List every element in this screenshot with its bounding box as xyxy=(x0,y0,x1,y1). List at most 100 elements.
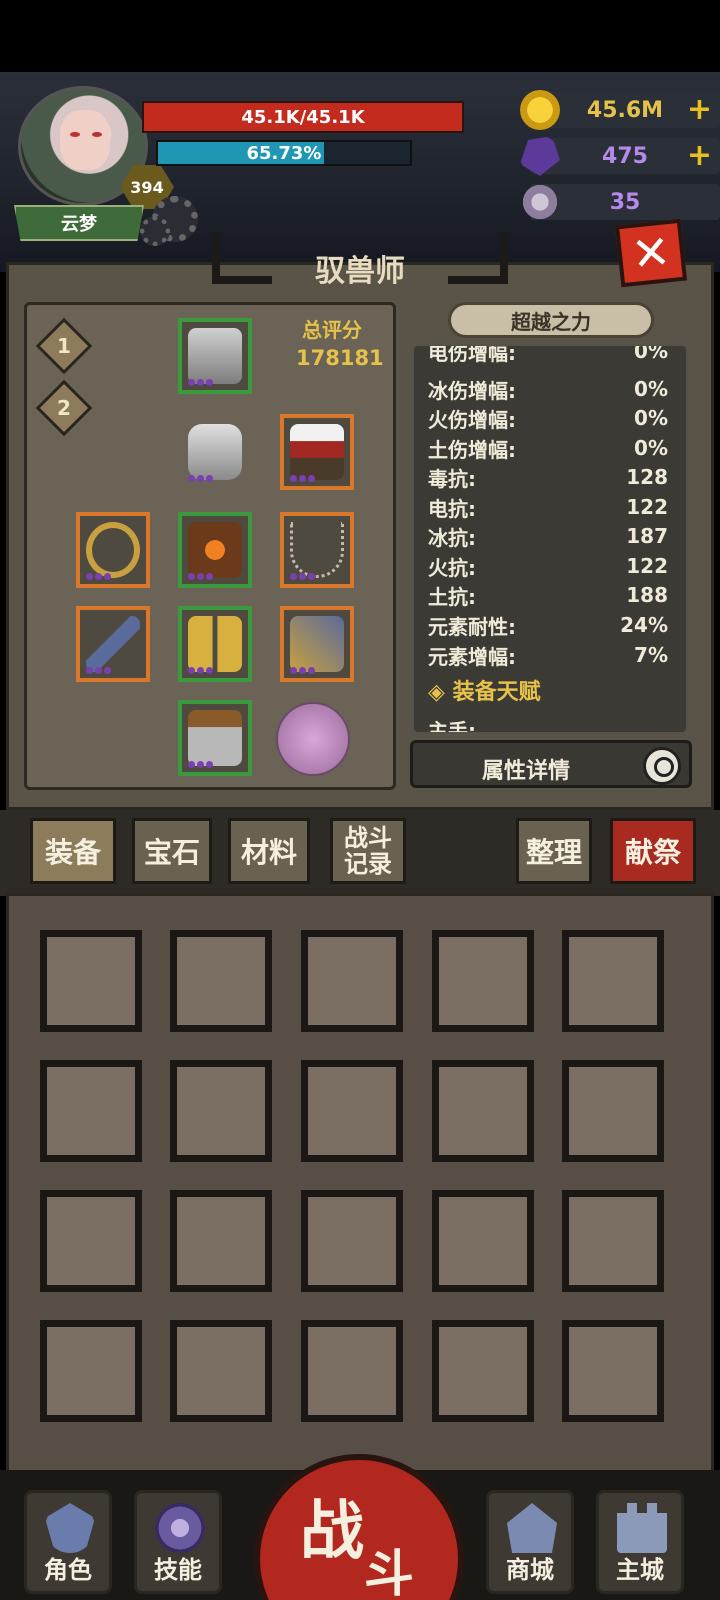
stat-row: 主手: xyxy=(428,714,668,734)
page-tab-1-label: 1 xyxy=(57,334,71,358)
offhand-slot[interactable] xyxy=(280,606,354,682)
inventory-cell[interactable] xyxy=(432,930,534,1032)
nav-skill-button[interactable]: 技能 xyxy=(134,1490,222,1594)
avatar-face xyxy=(60,110,110,170)
hp-text: 45.1K/45.1K xyxy=(241,106,365,128)
inventory-cell[interactable] xyxy=(170,1190,272,1292)
necklace-slot[interactable] xyxy=(280,512,354,588)
exp-bar: 65.73% xyxy=(156,140,412,166)
hp-bar: 45.1K/45.1K xyxy=(142,101,464,133)
seal-slot[interactable] xyxy=(276,702,350,776)
battle-label-2: 斗 xyxy=(364,1545,414,1600)
stat-label: 火抗: xyxy=(428,555,476,580)
stat-value: 0% xyxy=(634,406,668,430)
stat-value: 122 xyxy=(626,495,668,519)
close-button[interactable]: ✕ xyxy=(614,218,688,288)
gold-resource: 45.6M + xyxy=(520,90,720,130)
inventory-cell[interactable] xyxy=(170,1060,272,1162)
tab-gems[interactable]: 宝石 xyxy=(132,818,212,884)
stat-label: 元素增幅: xyxy=(428,644,516,669)
sort-button[interactable]: 整理 xyxy=(516,818,592,884)
helmet-slot[interactable] xyxy=(178,318,252,394)
inventory-cell[interactable] xyxy=(40,1190,142,1292)
stat-value: 188 xyxy=(626,583,668,607)
inventory-cell[interactable] xyxy=(40,1320,142,1422)
stat-row: 冰抗: 187 xyxy=(428,521,668,551)
inventory-cell[interactable] xyxy=(432,1320,534,1422)
stat-row: 火抗: 122 xyxy=(428,551,668,581)
stat-label: 土伤增幅: xyxy=(428,437,516,462)
stat-label: 冰抗: xyxy=(428,525,476,550)
belt-slot[interactable] xyxy=(178,512,252,588)
gold-plus-button[interactable]: + xyxy=(687,95,712,125)
offhand-gems xyxy=(290,667,315,674)
avatar-eye-left xyxy=(70,132,80,137)
inventory-cell[interactable] xyxy=(562,1060,664,1162)
sacrifice-button[interactable]: 献祭 xyxy=(610,818,696,884)
tab-equipment[interactable]: 装备 xyxy=(30,818,116,884)
crystal-value: 475 xyxy=(602,143,648,169)
helmet-nav-icon xyxy=(45,1503,95,1553)
inventory-cell[interactable] xyxy=(432,1060,534,1162)
weapon-slot[interactable] xyxy=(76,606,150,682)
crystal-plus-button[interactable]: + xyxy=(687,141,712,171)
armor-gems xyxy=(188,475,213,482)
gold-coin-icon xyxy=(520,90,560,130)
boots-slot[interactable] xyxy=(178,700,252,776)
stat-value: 128 xyxy=(626,465,668,489)
close-icon: ✕ xyxy=(629,224,673,282)
armor-icon xyxy=(188,424,242,480)
inventory-cell[interactable] xyxy=(301,930,403,1032)
inventory-cell[interactable] xyxy=(170,1320,272,1422)
horn-value: 35 xyxy=(609,189,641,215)
nav-role-button[interactable]: 角色 xyxy=(24,1490,112,1594)
inventory-cell[interactable] xyxy=(301,1320,403,1422)
inventory-cell[interactable] xyxy=(562,1320,664,1422)
tab-materials[interactable]: 材料 xyxy=(228,818,310,884)
stat-value: 0% xyxy=(634,344,668,363)
tab-equipment-label: 装备 xyxy=(44,836,101,869)
tab-gems-label: 宝石 xyxy=(143,836,200,869)
panel-title: 驭兽师 xyxy=(315,254,405,289)
transcend-power-button[interactable]: 超越之力 xyxy=(448,302,654,338)
nav-role-label: 角色 xyxy=(44,1556,92,1584)
stat-label: 主手: xyxy=(428,718,476,734)
inventory-cell[interactable] xyxy=(432,1190,534,1292)
stat-value: 0% xyxy=(634,436,668,460)
gold-value: 45.6M xyxy=(586,97,664,123)
status-bar xyxy=(0,0,720,72)
attribute-details-button[interactable]: 属性详情 xyxy=(410,740,692,788)
armor-slot[interactable] xyxy=(178,414,252,490)
stats-list[interactable]: 电伤增幅: 0% 冰伤增幅: 0% 火伤增幅: 0% 土伤增幅: 0% 毒抗: 128 电… xyxy=(412,344,688,734)
bracelet-icon xyxy=(86,522,140,578)
inventory-cell[interactable] xyxy=(40,930,142,1032)
stat-row: 土伤增幅: 0% xyxy=(428,433,668,463)
boots-icon xyxy=(188,710,242,766)
inventory-cell[interactable] xyxy=(562,1190,664,1292)
gloves-gems xyxy=(188,667,213,674)
stat-label: 电抗: xyxy=(428,496,476,521)
player-name: 云梦 xyxy=(61,214,97,235)
nav-city-button[interactable]: 主城 xyxy=(596,1490,684,1594)
helmet-gems xyxy=(188,379,213,386)
avatar-eye-right xyxy=(92,132,102,137)
nav-skill-label: 技能 xyxy=(154,1556,202,1584)
inventory-cell[interactable] xyxy=(301,1190,403,1292)
inventory-cell[interactable] xyxy=(170,930,272,1032)
stat-label: 土抗: xyxy=(428,584,476,609)
nav-shop-button[interactable]: 商城 xyxy=(486,1490,574,1594)
page-tab-2-label: 2 xyxy=(57,396,71,420)
pet-slot[interactable] xyxy=(280,414,354,490)
stat-row: 元素增幅: 7% xyxy=(428,640,668,670)
gloves-slot[interactable] xyxy=(178,606,252,682)
inventory-cell[interactable] xyxy=(562,930,664,1032)
search-icon xyxy=(643,747,681,785)
bracelet-gems xyxy=(86,573,111,580)
inventory-cell[interactable] xyxy=(301,1060,403,1162)
tab-battle-log[interactable]: 战斗 记录 xyxy=(330,818,406,884)
stat-value: 0% xyxy=(634,377,668,401)
stat-row: 土抗: 188 xyxy=(428,580,668,610)
bracelet-slot[interactable] xyxy=(76,512,150,588)
nav-city-label: 主城 xyxy=(616,1556,664,1584)
inventory-cell[interactable] xyxy=(40,1060,142,1162)
